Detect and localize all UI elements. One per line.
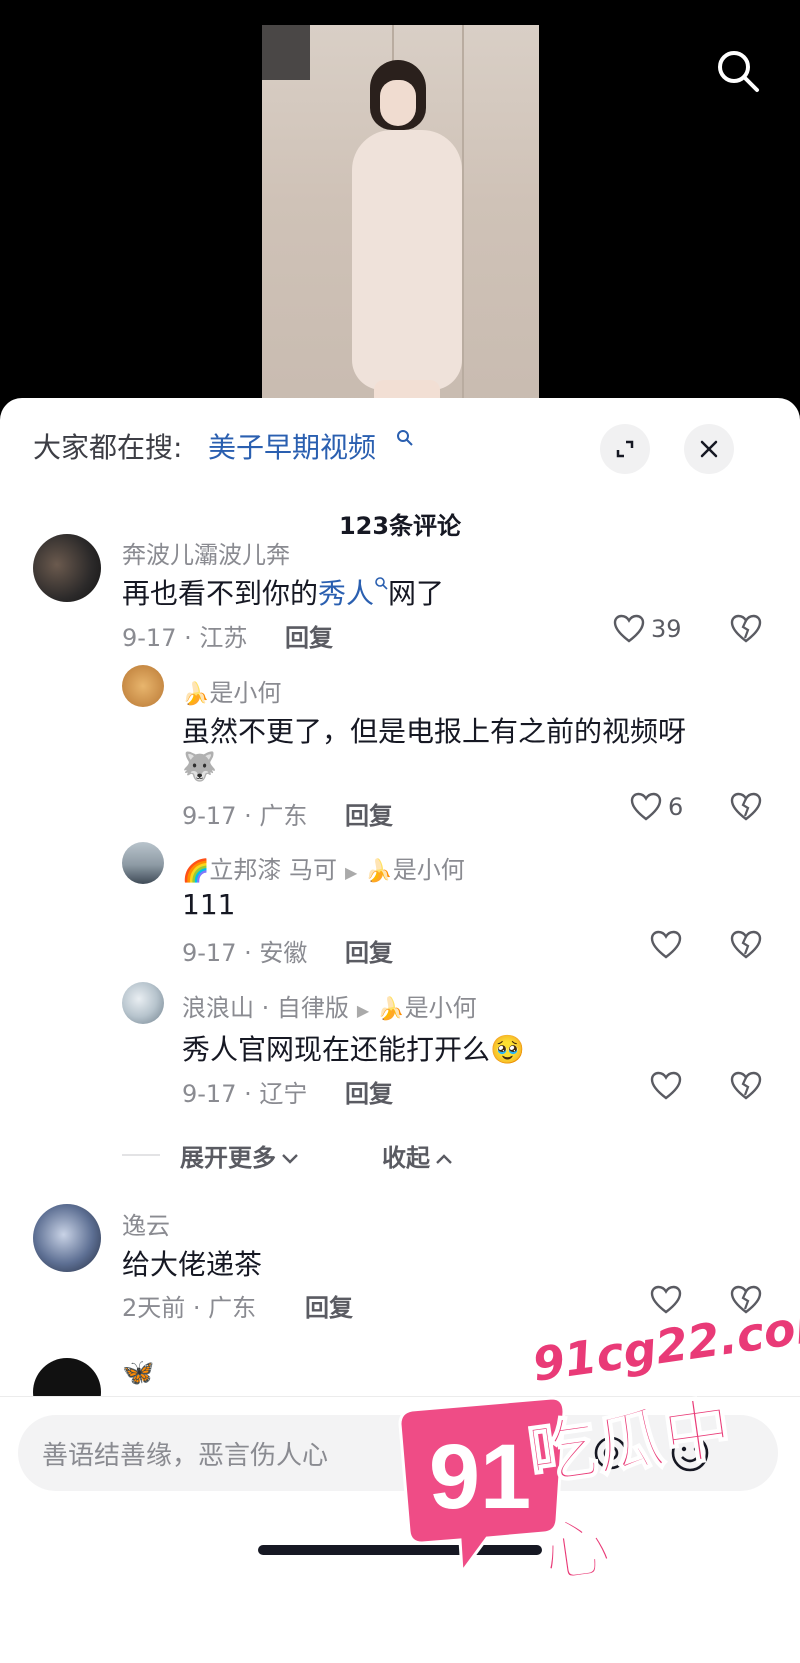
reply-button[interactable]: 回复 [285,618,333,653]
reply-button[interactable]: 回复 [345,1074,393,1109]
comment-author[interactable]: 奔波儿灞波儿奔 [122,535,290,570]
comment-text-part: 网了 [388,577,445,610]
reply-button[interactable]: 回复 [345,933,393,968]
banana-emoji: 🍌 [182,682,210,707]
reply-author[interactable]: 浪浪山 · 自律版 ▶ 🍌是小何 [182,988,477,1023]
reply-to-name: 是小何 [392,856,465,884]
avatar[interactable] [33,1204,101,1272]
comment-text: 再也看不到你的秀人 网了 [122,572,444,612]
reply-meta: 9-17 · 广东 [182,802,308,830]
reply-author[interactable]: 🌈立邦漆 马可 ▶ 🍌是小何 [182,850,465,885]
avatar[interactable] [122,665,164,707]
heart-icon [630,792,662,821]
expand-icon [616,440,634,458]
dislike-icon[interactable] [730,1071,762,1101]
dislike-icon[interactable] [730,792,762,822]
chevron-down-icon [282,1154,298,1164]
trending-search-link[interactable]: 美子早期视频 [208,426,376,466]
like-button[interactable]: 39 [613,614,682,644]
comment-input-placeholder: 善语结善缘，恶言伤人心 [42,1441,329,1471]
reply-to-arrow-icon: ▶ [356,1001,370,1020]
heart-icon[interactable] [650,930,682,960]
reply-text: 秀人官网现在还能打开么🥹 [182,1033,525,1066]
watermark-number: 91 [429,1426,531,1528]
dislike-icon[interactable] [730,930,762,960]
dislike-icon[interactable] [730,614,762,644]
collapse-button[interactable]: 收起 [382,1138,454,1173]
wall-panel [262,25,310,80]
avatar[interactable] [122,982,164,1024]
reply-to-arrow-icon: ▶ [345,863,358,882]
reply-to-name: 是小何 [404,994,477,1022]
search-icon[interactable] [712,45,764,97]
reply-author-name: 立邦漆 马可 [209,856,338,884]
comment-count: 123条评论 [338,512,462,540]
comment-keyword-link[interactable]: 秀人 [318,577,374,610]
person-face [380,80,416,126]
expand-sheet-button[interactable] [600,424,650,474]
comment-text: 给大佬递茶 [122,1248,263,1281]
comment-meta: 9-17 · 江苏 [122,624,248,652]
husky-emoji: 🐺 [182,750,217,783]
heart-icon[interactable] [650,1071,682,1101]
trending-search-label: 大家都在搜: [33,431,183,464]
video-player[interactable] [0,0,800,420]
comment-text-part: 再也看不到你的 [122,577,319,610]
rainbow-emoji: 🌈 [182,859,210,884]
comment-author[interactable]: 🦋 [122,1358,154,1388]
expand-more-button[interactable]: 展开更多 [180,1138,300,1173]
person-dress [352,130,462,390]
reply-author-name: 浪浪山 · 自律版 [182,994,349,1022]
comment-meta: 2天前 · 广东 [122,1294,257,1322]
collapse-label: 收起 [382,1144,430,1172]
heart-icon[interactable] [650,1285,682,1315]
heart-icon [613,614,645,643]
video-frame[interactable] [262,25,539,420]
like-button[interactable]: 6 [630,792,683,822]
banana-emoji: 🍌 [377,997,405,1022]
reply-text: 111 [182,888,236,921]
reply-meta: 9-17 · 安徽 [182,939,308,967]
banana-emoji: 🍌 [365,859,393,884]
like-count: 6 [668,793,684,821]
watermark-brand: 吃瓜中心 [523,1388,738,1595]
search-icon [375,577,388,590]
reply-button[interactable]: 回复 [305,1288,353,1323]
like-count: 39 [651,615,682,643]
reply-meta: 9-17 · 辽宁 [182,1080,308,1108]
avatar[interactable] [122,842,164,884]
chevron-up-icon [436,1154,452,1164]
divider [122,1154,160,1156]
reply-button[interactable]: 回复 [345,796,393,831]
reply-text: 虽然不更了，但是电报上有之前的视频呀 [182,715,687,748]
reply-author[interactable]: 🍌是小何 [182,673,281,708]
comment-author[interactable]: 逸云 [122,1206,170,1241]
avatar[interactable] [33,534,101,602]
sheet-header: 大家都在搜: 美子早期视频 [0,398,800,490]
close-icon [700,440,718,458]
search-icon [397,430,413,446]
wall-seam [462,25,464,420]
close-button[interactable] [684,424,734,474]
expand-more-label: 展开更多 [180,1144,276,1172]
reply-author-name: 是小何 [209,679,282,707]
